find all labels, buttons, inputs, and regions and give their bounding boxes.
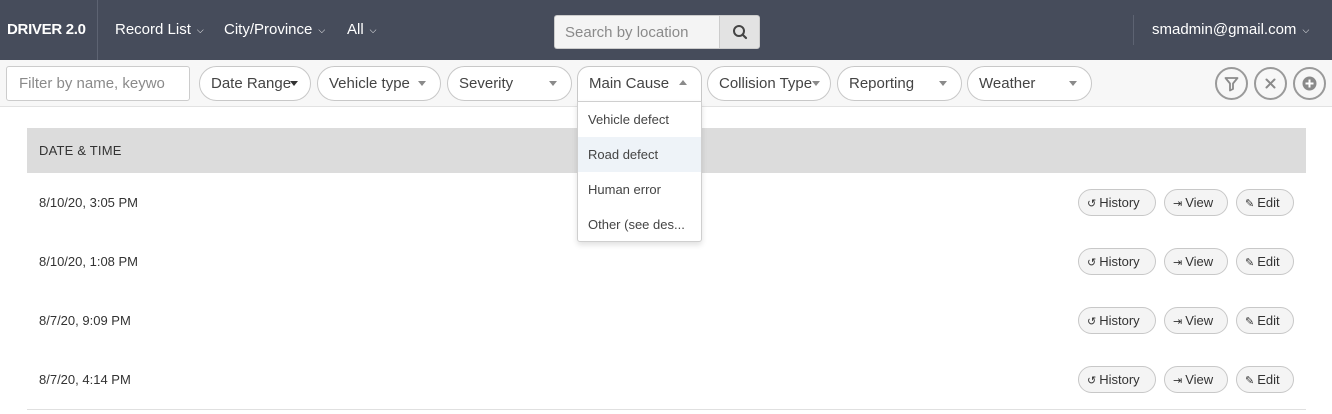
edit-label: Edit [1257, 195, 1280, 210]
chevron-down-icon: ⌵ [369, 25, 377, 35]
close-icon [1265, 78, 1276, 89]
dropdown-option-human-error[interactable]: Human error [578, 172, 701, 207]
history-label: History [1099, 313, 1140, 328]
app-brand[interactable]: DRIVER 2.0 [0, 0, 98, 60]
edit-button[interactable]: ✎ Edit [1236, 307, 1294, 334]
edit-button[interactable]: ✎ Edit [1236, 248, 1294, 275]
collision-type-filter[interactable]: Collision Type [707, 66, 831, 101]
vehicle-type-filter[interactable]: Vehicle type [317, 66, 441, 101]
reporting-filter[interactable]: Reporting [837, 66, 962, 101]
weather-filter[interactable]: Weather [967, 66, 1092, 101]
chevron-down-icon: ⌵ [1302, 25, 1310, 35]
history-icon: ↺ [1087, 257, 1097, 269]
user-email: smadmin@gmail.com [1152, 21, 1297, 38]
edit-button[interactable]: ✎ Edit [1236, 366, 1294, 393]
view-icon: ⇥ [1173, 375, 1183, 387]
view-button[interactable]: ⇥ View [1164, 248, 1228, 275]
record-date: 8/10/20, 3:05 PM [39, 195, 139, 210]
view-label: View [1185, 313, 1214, 328]
view-label: View [1185, 372, 1214, 387]
nav-city-province-label: City/Province [224, 21, 313, 38]
dropdown-option-vehicle-defect[interactable]: Vehicle defect [578, 102, 701, 137]
filter-icon [1224, 77, 1239, 92]
severity-filter[interactable]: Severity [447, 66, 572, 101]
caret-down-icon [812, 81, 820, 86]
vehicle-type-label: Vehicle type [329, 75, 410, 92]
view-button[interactable]: ⇥ View [1164, 189, 1228, 216]
pencil-icon: ✎ [1245, 198, 1255, 210]
top-navbar: DRIVER 2.0 Record List ⌵ City/Province ⌵ A… [0, 0, 1332, 60]
main-cause-dropdown: Vehicle defect Road defect Human error O… [577, 101, 702, 242]
history-label: History [1099, 195, 1140, 210]
severity-label: Severity [459, 75, 514, 92]
caret-down-icon [1069, 81, 1077, 86]
caret-down-icon [939, 81, 947, 86]
dropdown-option-other[interactable]: Other (see des... [578, 207, 701, 242]
view-icon: ⇥ [1173, 257, 1183, 269]
history-label: History [1099, 372, 1140, 387]
date-range-label: Date Range [211, 75, 292, 92]
main-cause-label: Main Cause [589, 75, 670, 92]
history-button[interactable]: ↺ History [1078, 189, 1156, 216]
edit-button[interactable]: ✎ Edit [1236, 189, 1294, 216]
pencil-icon: ✎ [1245, 375, 1255, 387]
add-record-button[interactable] [1293, 67, 1326, 100]
caret-down-icon [418, 81, 426, 86]
history-icon: ↺ [1087, 375, 1097, 387]
record-date: 8/7/20, 9:09 PM [39, 313, 131, 328]
dropdown-option-road-defect[interactable]: Road defect [578, 137, 701, 172]
weather-label: Weather [979, 75, 1036, 92]
chevron-down-icon: ⌵ [196, 25, 204, 35]
view-label: View [1185, 195, 1214, 210]
caret-down-icon [549, 81, 557, 86]
view-icon: ⇥ [1173, 198, 1183, 210]
chevron-down-icon: ⌵ [318, 25, 326, 35]
reporting-label: Reporting [849, 75, 915, 92]
history-icon: ↺ [1087, 198, 1097, 210]
table-row: 8/7/20, 4:14 PM ↺ History ⇥ View ✎ Edit [27, 350, 1306, 410]
date-time-column-header: DATE & TIME [39, 143, 122, 158]
filter-bar: Date Range Vehicle type Severity Main Ca… [0, 60, 1332, 107]
edit-label: Edit [1257, 313, 1280, 328]
nav-record-list-label: Record List [115, 21, 191, 38]
view-button[interactable]: ⇥ View [1164, 307, 1228, 334]
nav-all[interactable]: All ⌵ [347, 0, 377, 60]
record-date: 8/7/20, 4:14 PM [39, 372, 131, 387]
nav-all-label: All [347, 21, 364, 38]
history-button[interactable]: ↺ History [1078, 307, 1156, 334]
pencil-icon: ✎ [1245, 257, 1255, 269]
date-range-filter[interactable]: Date Range [199, 66, 311, 101]
history-label: History [1099, 254, 1140, 269]
nav-record-list[interactable]: Record List ⌵ [115, 0, 204, 60]
history-icon: ↺ [1087, 316, 1097, 328]
location-search-input[interactable] [554, 15, 720, 49]
history-button[interactable]: ↺ History [1078, 248, 1156, 275]
apply-filter-button[interactable] [1215, 67, 1248, 100]
clear-filter-button[interactable] [1254, 67, 1287, 100]
caret-up-icon [679, 80, 687, 85]
nav-city-province[interactable]: City/Province ⌵ [224, 0, 325, 60]
search-button[interactable] [719, 15, 760, 49]
user-menu[interactable]: smadmin@gmail.com ⌵ [1152, 0, 1309, 60]
pencil-icon: ✎ [1245, 316, 1255, 328]
search-icon [733, 25, 748, 40]
record-date: 8/10/20, 1:08 PM [39, 254, 139, 269]
add-icon [1302, 76, 1317, 91]
user-divider [1133, 15, 1134, 45]
edit-label: Edit [1257, 254, 1280, 269]
collision-type-label: Collision Type [719, 75, 813, 92]
view-icon: ⇥ [1173, 316, 1183, 328]
caret-down-icon [290, 81, 298, 86]
history-button[interactable]: ↺ History [1078, 366, 1156, 393]
edit-label: Edit [1257, 372, 1280, 387]
table-row: 8/7/20, 9:09 PM ↺ History ⇥ View ✎ Edit [27, 291, 1306, 351]
view-label: View [1185, 254, 1214, 269]
filter-text-input[interactable] [6, 66, 190, 101]
view-button[interactable]: ⇥ View [1164, 366, 1228, 393]
